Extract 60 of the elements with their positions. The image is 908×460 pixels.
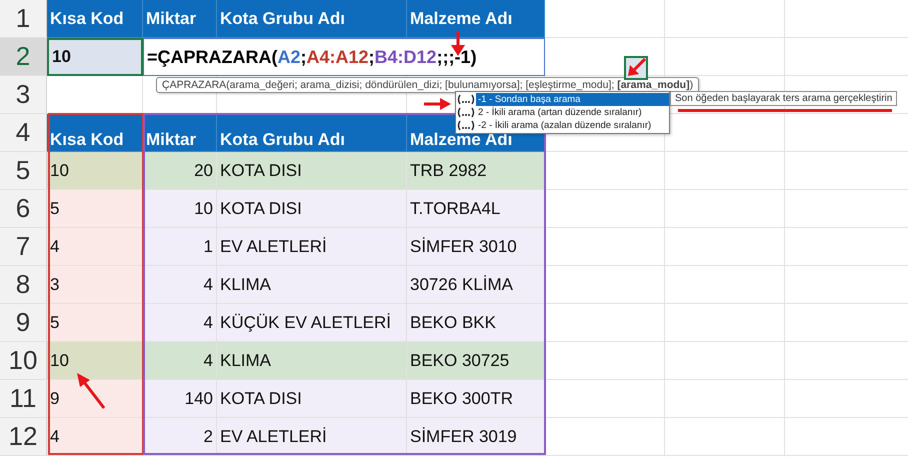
table-cell: 10 — [47, 342, 143, 380]
table-cell: 9 — [47, 380, 143, 418]
table-cell: 3 — [47, 266, 143, 304]
table-cell: KOTA DISI — [217, 380, 407, 418]
table-cell: EV ALETLERİ — [217, 228, 407, 266]
table-cell: BEKO BKK — [407, 304, 545, 342]
table-cell: 10 — [143, 190, 217, 228]
table-cell: TRB 2982 — [407, 152, 545, 190]
column-header-cell: Kota Grubu Adı — [217, 114, 407, 152]
table-cell: SİMFER 3019 — [407, 418, 545, 456]
table-cell: 4 — [143, 342, 217, 380]
row-number[interactable]: 6 — [0, 190, 47, 228]
table-cell: EV ALETLERİ — [217, 418, 407, 456]
row-number[interactable]: 1 — [0, 0, 47, 38]
table-cell: KÜÇÜK EV ALETLERİ — [217, 304, 407, 342]
option-description-tooltip: Son öğeden başlayarak ters arama gerçekleştirin — [670, 91, 898, 106]
table-cell: 4 — [47, 228, 143, 266]
table-cell: 5 — [47, 190, 143, 228]
table-cell: 1 — [143, 228, 217, 266]
parameter-icon — [457, 107, 475, 118]
row-number[interactable]: 3 — [0, 76, 47, 114]
row-number[interactable]: 9 — [0, 304, 47, 342]
table-cell: 140 — [143, 380, 217, 418]
column-header-cell: Malzeme Adı — [407, 0, 545, 38]
column-header-cell: Kısa Kod — [47, 0, 143, 38]
table-cell: KOTA DISI — [217, 190, 407, 228]
lookup-value-cell[interactable]: 10 — [47, 38, 143, 76]
table-cell: KLIMA — [217, 342, 407, 380]
table-cell: 20 — [143, 152, 217, 190]
table-cell: 4 — [47, 418, 143, 456]
row-number[interactable]: 4 — [0, 114, 47, 152]
parameter-icon — [457, 94, 475, 105]
table-cell: 2 — [143, 418, 217, 456]
table-cell: BEKO 300TR — [407, 380, 545, 418]
column-header-cell: Kısa Kod — [47, 114, 143, 152]
table-cell: KLIMA — [217, 266, 407, 304]
table-cell: 4 — [143, 266, 217, 304]
table-cell: 10 — [47, 152, 143, 190]
row-number[interactable]: 11 — [0, 380, 47, 418]
parameter-icon — [457, 120, 475, 131]
column-header-cell: Miktar — [143, 0, 217, 38]
table-cell: SİMFER 3010 — [407, 228, 545, 266]
arrow-icon — [424, 97, 452, 111]
formula-edit-cell[interactable]: =ÇAPRAZARA(A2;A4:A12;B4:D12;;;-1) — [143, 38, 545, 76]
column-header-cell: Kota Grubu Adı — [217, 0, 407, 38]
row-number[interactable]: 5 — [0, 152, 47, 190]
table-cell: T.TORBA4L — [407, 190, 545, 228]
table-cell: 30726 KLİMA — [407, 266, 545, 304]
syntax-tooltip: ÇAPRAZARA(arama_değeri; arama_dizisi; döndürülen_dizi; [bulunamıyorsa]; [eşleştirme_modu]; [arama_modu]) — [156, 77, 700, 93]
row-number[interactable]: 10 — [0, 342, 47, 380]
table-cell: BEKO 30725 — [407, 342, 545, 380]
row-number[interactable]: 12 — [0, 418, 47, 456]
column-header-cell: Miktar — [143, 114, 217, 152]
table-cell: 5 — [47, 304, 143, 342]
arrow-icon — [76, 372, 106, 410]
row-number[interactable]: 7 — [0, 228, 47, 266]
row-number[interactable]: 8 — [0, 266, 47, 304]
row-number[interactable]: 2 — [0, 38, 47, 76]
table-cell: KOTA DISI — [217, 152, 407, 190]
table-cell: 4 — [143, 304, 217, 342]
